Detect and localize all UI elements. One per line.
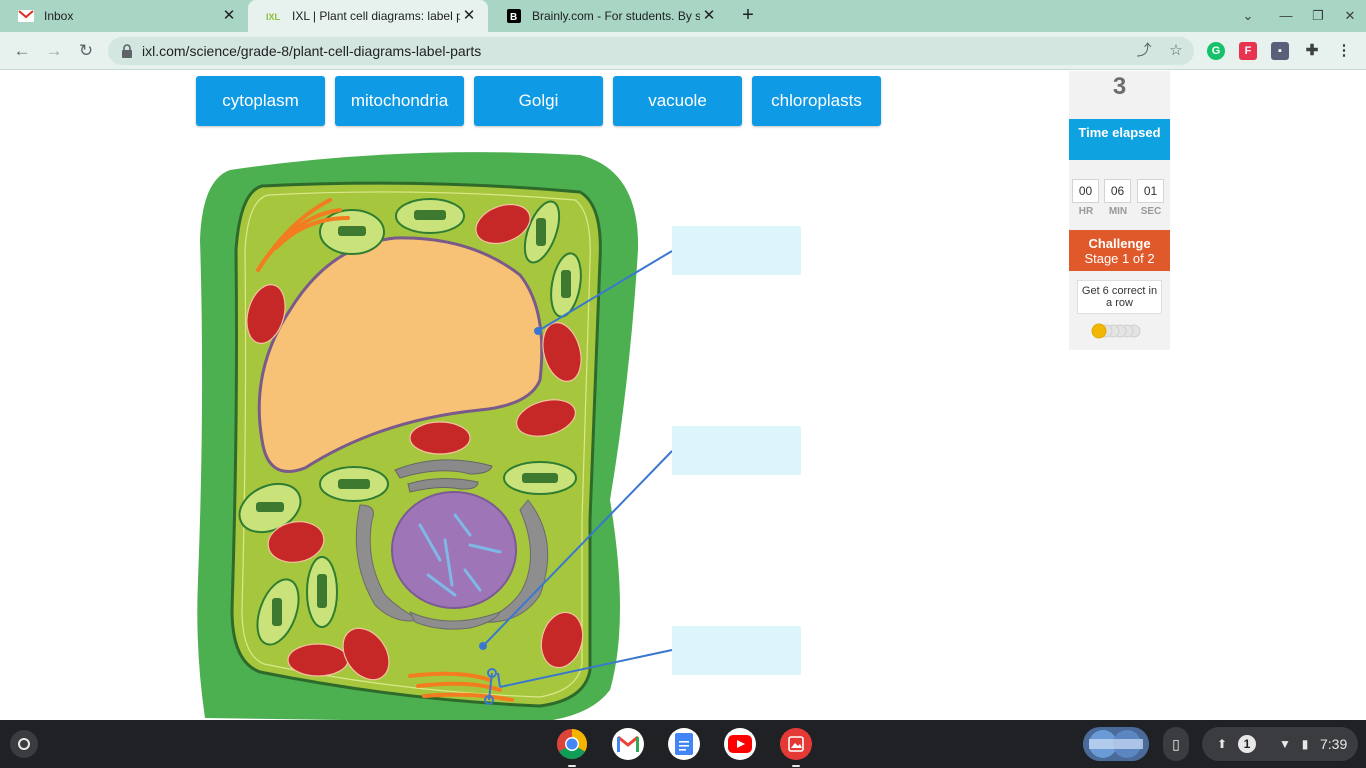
running-indicator xyxy=(792,765,800,767)
restore-icon[interactable]: ❐ xyxy=(1308,6,1328,26)
svg-text:B: B xyxy=(510,12,517,23)
gmail-favicon-icon xyxy=(18,8,34,24)
system-status-area[interactable]: ⬆ 1 ▼ ▮ 7:39 xyxy=(1202,727,1358,761)
svg-text:IXL: IXL xyxy=(266,12,281,22)
battery-icon: ▮ xyxy=(1301,737,1309,751)
timer-minutes-label: MIN xyxy=(1108,206,1128,217)
tab-ixl[interactable]: IXL IXL | Plant cell diagrams: label p ✕ xyxy=(248,0,488,32)
grammarly-icon[interactable]: G xyxy=(1207,42,1225,60)
address-bar[interactable]: ixl.com/science/grade-8/plant-cell-diagr… xyxy=(108,37,1194,65)
launcher-icon[interactable] xyxy=(10,730,38,758)
challenge-box: Challenge Stage 1 of 2 xyxy=(1069,230,1170,271)
notification-count: 1 xyxy=(1238,735,1256,753)
score-value: 3 xyxy=(1112,73,1127,100)
score-sidebar: 3 Time elapsed 00 06 01 HR MIN SEC Chall… xyxy=(1069,71,1170,350)
close-icon[interactable]: ✕ xyxy=(220,7,238,25)
tab-strip: Inbox ✕ IXL IXL | Plant cell diagrams: l… xyxy=(0,0,1366,32)
running-indicator xyxy=(568,765,576,767)
tab-brainly[interactable]: B Brainly.com - For students. By st ✕ xyxy=(488,0,728,32)
puzzle-extensions-icon[interactable]: ✚ xyxy=(1303,42,1321,60)
challenge-stage: Stage 1 of 2 xyxy=(1084,251,1155,266)
timer-hours-label: HR xyxy=(1078,206,1094,217)
new-tab-plus-icon[interactable]: + xyxy=(737,4,759,28)
chevron-down-icon[interactable]: ⌄ xyxy=(1238,6,1258,26)
lock-icon xyxy=(122,44,132,58)
ixl-favicon-icon: IXL xyxy=(266,8,282,24)
drop-target-3[interactable] xyxy=(672,626,801,675)
streak-dot-filled xyxy=(1091,323,1107,339)
extension-f-icon[interactable]: F xyxy=(1239,42,1257,60)
reload-icon[interactable]: ↻ xyxy=(74,39,98,63)
share-icon[interactable]: ⤴ xyxy=(1134,41,1154,61)
upload-icon: ⬆ xyxy=(1216,737,1228,751)
forward-arrow-icon[interactable]: → xyxy=(42,39,66,63)
ixl-page: cytoplasm mitochondria Golgi vacuole chl… xyxy=(0,71,1366,720)
clock: 7:39 xyxy=(1320,736,1348,752)
streak-progress-dots xyxy=(1091,323,1141,339)
tab-title: Brainly.com - For students. By st xyxy=(532,9,700,23)
browser-toolbar: ← → ↻ ixl.com/science/grade-8/plant-cell… xyxy=(0,32,1366,70)
docs-icon[interactable] xyxy=(668,728,700,760)
timer-seconds-label: SEC xyxy=(1140,206,1162,217)
extension-gamepad-icon[interactable]: ▪ xyxy=(1271,42,1289,60)
drop-target-1[interactable] xyxy=(672,226,801,275)
chromeos-shelf: ▯ ⬆ 1 ▼ ▮ 7:39 xyxy=(0,720,1366,768)
timer-minutes: 06 xyxy=(1104,179,1131,203)
streak-goal: Get 6 correct in a row xyxy=(1077,280,1162,314)
timer-seconds: 01 xyxy=(1137,179,1164,203)
close-icon[interactable]: ✕ xyxy=(460,7,478,25)
url-text: ixl.com/science/grade-8/plant-cell-diagr… xyxy=(142,43,482,59)
tab-title: Inbox xyxy=(44,9,74,23)
kebab-menu-icon[interactable]: ⋮ xyxy=(1335,42,1353,60)
drop-target-2[interactable] xyxy=(672,426,801,475)
plant-cell-diagram xyxy=(197,152,673,720)
gmail-icon[interactable] xyxy=(612,728,644,760)
timer-hours: 00 xyxy=(1072,179,1099,203)
close-window-icon[interactable]: ✕ xyxy=(1340,6,1360,26)
time-elapsed-heading: Time elapsed xyxy=(1069,119,1170,160)
bookmark-star-icon[interactable]: ☆ xyxy=(1166,41,1186,61)
holding-space-thumbnail[interactable] xyxy=(1083,727,1149,761)
challenge-title: Challenge xyxy=(1088,236,1151,251)
tab-inbox[interactable]: Inbox ✕ xyxy=(0,0,248,32)
phone-hub-icon[interactable]: ▯ xyxy=(1163,727,1189,761)
back-arrow-icon[interactable]: ← xyxy=(10,39,34,63)
close-icon[interactable]: ✕ xyxy=(700,7,718,25)
tab-title: IXL | Plant cell diagrams: label p xyxy=(292,9,460,23)
minimize-icon[interactable]: — xyxy=(1276,6,1296,26)
gallery-icon[interactable] xyxy=(780,728,812,760)
chrome-icon[interactable] xyxy=(556,728,588,760)
youtube-icon[interactable] xyxy=(724,728,756,760)
wifi-icon: ▼ xyxy=(1279,737,1291,751)
brainly-favicon-icon: B xyxy=(506,8,522,24)
